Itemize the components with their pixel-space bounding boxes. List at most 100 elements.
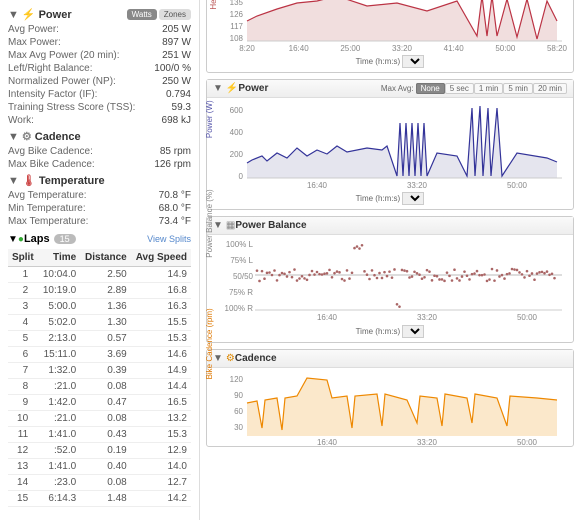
stat-label: Normalized Power (NP): [8,76,162,87]
stat-label: Left/Right Balance: [8,63,154,74]
table-row[interactable]: 45:02.01.3015.5 [8,315,191,331]
table-row[interactable]: 110:04.02.5014.9 [8,267,191,283]
svg-text:50:00: 50:00 [517,438,538,446]
svg-text:135: 135 [230,0,244,7]
max-avg-button[interactable]: None [416,83,445,94]
time-unit-select[interactable] [402,192,424,205]
table-row[interactable]: 210:19.02.8916.8 [8,283,191,299]
max-avg-controls: Max Avg: None5 sec1 min5 min20 min [381,84,567,93]
svg-text:50/50: 50/50 [233,272,254,281]
stat-label: Avg Bike Cadence: [8,146,160,157]
max-avg-button[interactable]: 5 min [503,83,533,94]
max-avg-button[interactable]: 20 min [533,83,567,94]
stat-label: Intensity Factor (IF): [8,89,166,100]
table-row[interactable]: 156:14.31.4814.2 [8,491,191,507]
time-unit-select[interactable] [402,55,424,68]
stat-row: Left/Right Balance:100/0 % [8,63,191,74]
stat-row: Avg Power:205 W [8,24,191,35]
table-row[interactable]: 35:00.01.3616.3 [8,299,191,315]
stat-label: Work: [8,115,162,126]
stat-value: 126 rpm [154,159,191,170]
stat-value: 85 rpm [160,146,191,157]
stat-label: Max Temperature: [8,216,159,227]
heart-rate-chart-panel: Heart Rate 144135126117108 8:2016:4025:0… [206,0,574,73]
time-unit-select[interactable] [402,325,424,338]
svg-text:100% L: 100% L [226,240,254,249]
stat-value: 73.4 °F [159,216,191,227]
table-header[interactable]: Distance [80,249,131,267]
balance-icon: ▦ [226,220,235,231]
collapse-icon[interactable]: ▼ [213,83,223,94]
power-ylabel: Power (W) [205,100,214,138]
svg-text:30: 30 [234,423,243,432]
time-axis-control: Time (h:m:s) [207,55,573,68]
svg-text:33:20: 33:20 [407,181,428,190]
stat-row: Training Stress Score (TSS):59.3 [8,102,191,113]
svg-text:100% R: 100% R [225,304,254,313]
power-chart-title: Power [238,83,268,94]
table-row[interactable]: 12:52.00.1912.9 [8,443,191,459]
table-row[interactable]: 91:42.00.4716.5 [8,395,191,411]
svg-text:126: 126 [230,10,244,19]
balance-ylabel: Power Balance (%) [205,189,214,257]
svg-text:25:00: 25:00 [340,44,361,53]
table-header[interactable]: Split [8,249,38,267]
stats-sidebar: ▼ ⚡ Power Watts Zones Avg Power:205 WMax… [0,0,200,520]
stat-value: 100/0 % [154,63,191,74]
stat-row: Min Temperature:68.0 °F [8,203,191,214]
collapse-icon[interactable]: ▼ [8,131,19,143]
stat-row: Normalized Power (NP):250 W [8,76,191,87]
svg-text:58:20: 58:20 [547,44,567,53]
collapse-icon[interactable]: ▼ [213,220,223,231]
max-avg-button[interactable]: 5 sec [445,83,474,94]
table-row[interactable]: 10:21.00.0813.2 [8,411,191,427]
temperature-stats: Avg Temperature:70.8 °F Min Temperature:6… [8,190,191,227]
table-row[interactable]: 71:32.00.3914.9 [8,363,191,379]
power-balance-chart: 100% L75% L50/5075% R100% R 16:4033:2050… [207,235,567,323]
laps-count-badge: 15 [54,234,76,244]
table-row[interactable]: 111:41.00.4315.3 [8,427,191,443]
table-header[interactable]: Avg Speed [131,249,191,267]
cadence-ylabel: Bike Cadence (rpm) [205,308,214,379]
svg-text:16:40: 16:40 [307,181,328,190]
watts-tab[interactable]: Watts [127,9,157,20]
collapse-icon[interactable]: ▼ [213,353,223,364]
table-row[interactable]: 131:41.00.4014.0 [8,459,191,475]
time-axis-control: Time (h:m:s) [207,325,573,338]
table-row[interactable]: 14:23.00.0812.7 [8,475,191,491]
cadence-chart-title: Cadence [235,353,277,364]
stat-value: 205 W [162,24,191,35]
svg-text:108: 108 [230,34,244,43]
zones-tab[interactable]: Zones [159,9,191,20]
svg-text:33:20: 33:20 [417,438,438,446]
collapse-icon[interactable]: ▼ [8,9,19,21]
collapse-icon[interactable]: ▼ [8,175,19,187]
collapse-icon[interactable]: ▼ [8,234,18,245]
stat-value: 897 W [162,37,191,48]
max-avg-button[interactable]: 1 min [474,83,504,94]
power-title: Power [39,9,72,21]
hr-ylabel: Heart Rate [209,0,218,10]
svg-text:50:00: 50:00 [507,181,528,190]
table-row[interactable]: 52:13.00.5715.3 [8,331,191,347]
svg-text:90: 90 [234,391,243,400]
table-row[interactable]: 615:11.03.6914.6 [8,347,191,363]
view-splits-link[interactable]: View Splits [147,234,191,244]
svg-text:117: 117 [230,22,243,31]
heart-rate-chart: 144135126117108 8:2016:4025:0033:2041:40… [207,0,567,53]
cadence-chart-panel: ▼ ⚙ Cadence Bike Cadence (rpm) 120906030… [206,349,574,447]
cadence-stats: Avg Bike Cadence:85 rpm Max Bike Cadence:… [8,146,191,170]
stat-label: Max Bike Cadence: [8,159,154,170]
stat-value: 70.8 °F [159,190,191,201]
table-header[interactable]: Time [38,249,80,267]
power-stats: Avg Power:205 WMax Power:897 WMax Avg Po… [8,24,191,126]
table-row[interactable]: 8:21.00.0814.4 [8,379,191,395]
bolt-icon: ⚡ [22,8,36,21]
stat-value: 250 W [162,76,191,87]
temperature-title: Temperature [39,175,105,187]
stat-row: Avg Bike Cadence:85 rpm [8,146,191,157]
stat-label: Avg Temperature: [8,190,159,201]
svg-text:16:40: 16:40 [289,44,310,53]
balance-chart-title: Power Balance [235,220,306,231]
stat-value: 0.794 [166,89,191,100]
